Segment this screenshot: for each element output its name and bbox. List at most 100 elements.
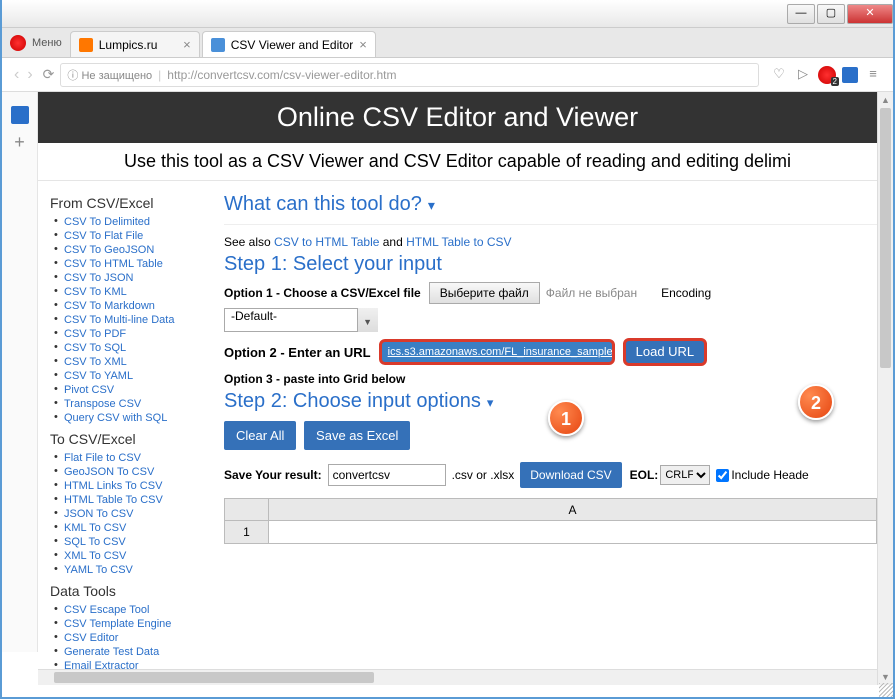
left-nav: From CSV/Excel CSV To Delimited CSV To F… <box>38 181 214 669</box>
url-field[interactable]: ⓘ Не защищено | http://convertcsv.com/cs… <box>60 63 759 87</box>
option1-label: Option 1 - Choose a CSV/Excel file <box>224 286 421 300</box>
include-header-checkbox[interactable] <box>716 469 729 482</box>
nav-link[interactable]: CSV To KML <box>64 285 208 299</box>
option2-label: Option 2 - Enter an URL <box>224 345 371 360</box>
choose-file-button[interactable]: Выберите файл <box>429 282 540 304</box>
browser-sidebar: + <box>2 92 38 652</box>
nav-link[interactable]: CSV To Multi-line Data <box>64 313 208 327</box>
nav-link[interactable]: CSV To SQL <box>64 341 208 355</box>
extension-icon[interactable] <box>842 67 858 83</box>
eol-label: EOL: <box>630 468 659 482</box>
opera-badge-icon[interactable]: 2 <box>818 66 836 84</box>
resize-handle[interactable] <box>879 683 893 697</box>
menu-icon[interactable]: ≡ <box>864 66 882 84</box>
nav-link[interactable]: CSV Escape Tool <box>64 603 208 617</box>
nav-link[interactable]: CSV To HTML Table <box>64 257 208 271</box>
nav-link[interactable]: JSON To CSV <box>64 507 208 521</box>
download-csv-button[interactable]: Download CSV <box>520 462 621 488</box>
option3-label: Option 3 - paste into Grid below <box>224 372 405 386</box>
save-as-excel-button[interactable]: Save as Excel <box>304 421 410 450</box>
nav-link[interactable]: SQL To CSV <box>64 535 208 549</box>
nav-link[interactable]: CSV To Flat File <box>64 229 208 243</box>
grid-cell[interactable] <box>269 521 876 543</box>
tab-csv-viewer[interactable]: CSV Viewer and Editor × <box>202 31 376 57</box>
annotation-marker-1: 1 <box>548 400 584 436</box>
see-also-link[interactable]: CSV to HTML Table <box>274 235 379 249</box>
nav-link[interactable]: Email Extractor <box>64 659 208 669</box>
nav-link[interactable]: HTML Links To CSV <box>64 479 208 493</box>
nav-link[interactable]: CSV Template Engine <box>64 617 208 631</box>
nav-link[interactable]: GeoJSON To CSV <box>64 465 208 479</box>
nav-link[interactable]: CSV Editor <box>64 631 208 645</box>
annotation-marker-2: 2 <box>798 384 834 420</box>
see-also: See also CSV to HTML Table and HTML Tabl… <box>224 235 877 249</box>
nav-link[interactable]: YAML To CSV <box>64 563 208 577</box>
nav-link[interactable]: Generate Test Data <box>64 645 208 659</box>
nav-link[interactable]: Transpose CSV <box>64 397 208 411</box>
divider: | <box>158 68 161 82</box>
url-input[interactable]: ics.s3.amazonaws.com/FL_insurance_sample… <box>379 339 615 365</box>
nav-link[interactable]: XML To CSV <box>64 549 208 563</box>
tab-lumpics[interactable]: Lumpics.ru × <box>70 31 200 57</box>
forward-icon[interactable]: › <box>27 66 32 84</box>
nav-link[interactable]: CSV To JSON <box>64 271 208 285</box>
scroll-up-icon[interactable]: ▲ <box>878 92 893 108</box>
bookmark-icon[interactable]: ♡ <box>770 66 788 84</box>
nav-link[interactable]: CSV To PDF <box>64 327 208 341</box>
nav-link[interactable]: HTML Table To CSV <box>64 493 208 507</box>
nav-link[interactable]: Query CSV with SQL <box>64 411 208 425</box>
load-url-button[interactable]: Load URL <box>623 338 708 366</box>
see-also-link[interactable]: HTML Table to CSV <box>406 235 511 249</box>
nav-link[interactable]: CSV To YAML <box>64 369 208 383</box>
save-result-label: Save Your result: <box>224 468 322 482</box>
vertical-scrollbar[interactable]: ▲ ▼ <box>877 92 893 685</box>
filename-input[interactable] <box>328 464 446 486</box>
nav-link[interactable]: Pivot CSV <box>64 383 208 397</box>
encoding-select[interactable]: -Default- ▼ <box>224 308 378 332</box>
tab-close-icon[interactable]: × <box>359 37 367 52</box>
sidebar-add-icon[interactable]: + <box>2 132 37 153</box>
nav-link[interactable]: CSV To Markdown <box>64 299 208 313</box>
close-button[interactable]: ✕ <box>847 4 893 24</box>
see-also-text: See also <box>224 235 274 249</box>
nav-link[interactable]: KML To CSV <box>64 521 208 535</box>
data-grid[interactable]: A 1 <box>224 498 877 544</box>
grid-row-header[interactable]: 1 <box>225 521 269 543</box>
opera-logo-icon[interactable] <box>10 35 26 51</box>
nav-section-title: To CSV/Excel <box>50 431 208 447</box>
nav-link[interactable]: CSV To XML <box>64 355 208 369</box>
scroll-thumb[interactable] <box>880 108 891 368</box>
step2-text: Step 2: Choose input options <box>224 390 481 412</box>
favicon-icon <box>79 38 93 52</box>
grid-corner[interactable] <box>225 499 269 521</box>
sidebar-app-icon[interactable] <box>11 106 29 124</box>
tab-close-icon[interactable]: × <box>183 37 191 52</box>
page-subtitle: Use this tool as a CSV Viewer and CSV Ed… <box>38 143 877 181</box>
back-icon[interactable]: ‹ <box>14 66 19 84</box>
nav-link[interactable]: CSV To Delimited <box>64 215 208 229</box>
menu-button[interactable]: Меню <box>32 37 62 49</box>
reload-icon[interactable]: ⟳ <box>43 66 55 83</box>
horizontal-scrollbar[interactable] <box>38 669 877 685</box>
badge-count: 2 <box>831 77 839 86</box>
tab-strip: Меню Lumpics.ru × CSV Viewer and Editor … <box>2 28 893 58</box>
url-text: http://convertcsv.com/csv-viewer-editor.… <box>167 68 396 82</box>
grid-column-header[interactable]: A <box>269 499 876 521</box>
address-bar: ‹ › ⟳ ⓘ Не защищено | http://convertcsv.… <box>2 58 893 92</box>
send-icon[interactable]: ▷ <box>794 66 812 84</box>
chevron-down-icon: ▼ <box>363 317 372 327</box>
clear-all-button[interactable]: Clear All <box>224 421 296 450</box>
step1-heading: Step 1: Select your input <box>224 253 877 276</box>
nav-link[interactable]: Flat File to CSV <box>64 451 208 465</box>
what-can-heading[interactable]: What can this tool do? <box>224 189 877 225</box>
maximize-button[interactable]: ▢ <box>817 4 845 24</box>
nav-link[interactable]: CSV To GeoJSON <box>64 243 208 257</box>
encoding-label: Encoding <box>661 286 711 300</box>
scroll-thumb[interactable] <box>54 672 374 683</box>
main-panel: What can this tool do? See also CSV to H… <box>214 181 877 669</box>
eol-select[interactable]: CRLF <box>660 465 710 485</box>
page-content: Online CSV Editor and Viewer Use this to… <box>38 92 877 669</box>
security-badge: ⓘ Не защищено <box>67 67 152 83</box>
tab-label: Lumpics.ru <box>99 38 177 52</box>
minimize-button[interactable]: — <box>787 4 815 24</box>
